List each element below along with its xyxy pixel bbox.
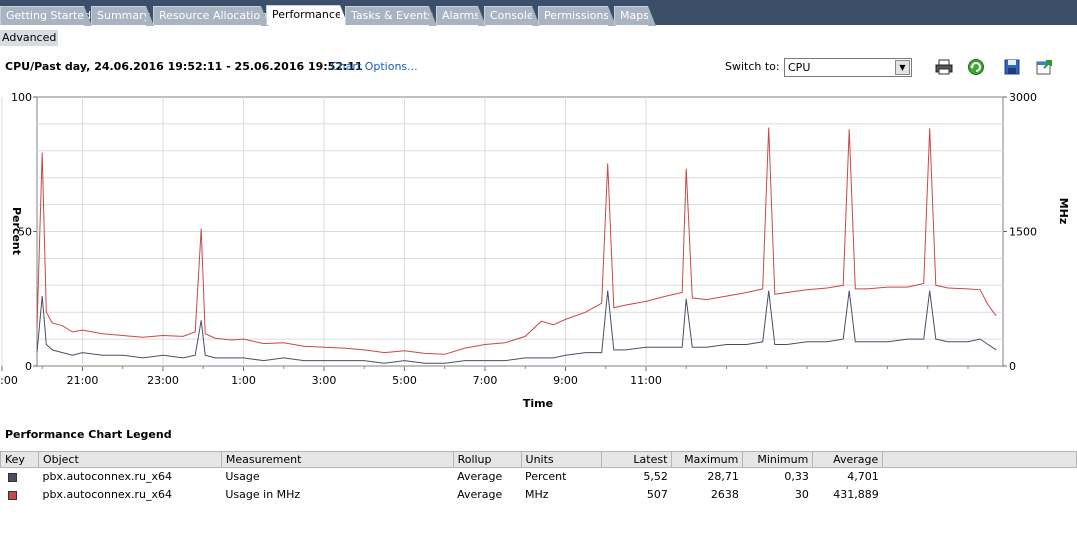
tab-label: Console [490, 9, 534, 22]
tab-label: Alarms [442, 9, 481, 22]
column-header[interactable]: Rollup [452, 451, 522, 468]
legend-latest: 507 [646, 488, 668, 501]
chart-ticks: 21:0023:001:003:005:007:009:0011:0013:00… [0, 91, 1037, 387]
tab-tasks-events[interactable]: Tasks & Events [345, 6, 437, 26]
column-header[interactable]: Measurement [220, 451, 454, 468]
performance-chart: 21:0023:001:003:005:007:009:0011:0013:00… [0, 91, 1070, 410]
tab-performance[interactable]: Performance [266, 5, 348, 25]
y-tick-label-left: 100 [11, 91, 32, 104]
tab-permissions[interactable]: Permissions [538, 6, 616, 26]
chart-series [36, 127, 997, 364]
tab-label: Permissions [544, 9, 610, 22]
tab-console[interactable]: Console [484, 6, 540, 26]
refresh-icon[interactable] [967, 58, 985, 76]
column-header[interactable]: Units [520, 451, 603, 468]
tab-label: Tasks & Events [351, 9, 434, 22]
x-tick-label: 9:00 [553, 374, 578, 387]
legend-minimum: 30 [794, 488, 809, 501]
column-header[interactable]: Average [812, 451, 884, 468]
tab-label: Getting Started [6, 9, 92, 22]
chevron-down-icon[interactable]: ▼ [895, 60, 910, 75]
x-tick-label: 3:00 [312, 374, 337, 387]
legend-rollup: Average [457, 488, 503, 501]
chart-grid [1, 96, 1004, 367]
column-header[interactable]: Object [37, 451, 222, 468]
tab-label: Performance [272, 8, 342, 21]
series-color-key [7, 472, 17, 482]
series-line [36, 290, 997, 364]
legend-measurement: Usage in MHz [225, 488, 301, 501]
x-tick-label: 5:00 [392, 374, 417, 387]
y-tick-label-left: 0 [25, 360, 32, 373]
y-tick-label-right: 3000 [1009, 91, 1037, 104]
save-icon[interactable] [1003, 58, 1021, 76]
x-tick-label: 23:00 [147, 374, 179, 387]
legend-measurement: Usage [225, 470, 260, 484]
print-icon[interactable] [935, 58, 953, 76]
tab-getting-started[interactable]: Getting Started [0, 6, 92, 26]
column-header-filler [882, 451, 1077, 468]
tab-resource-allocation[interactable]: Resource Allocation [153, 6, 269, 26]
column-header[interactable]: Latest [601, 451, 673, 468]
legend-maximum: 28,71 [707, 470, 739, 484]
legend-average: 4,701 [847, 470, 879, 484]
tab-maps[interactable]: Maps [614, 6, 656, 26]
x-tick-label: 19:00 [0, 374, 18, 387]
tab-label: Maps [620, 9, 649, 22]
x-tick-label: 21:00 [67, 374, 99, 387]
tab-label: Summary [97, 9, 151, 22]
legend-minimum: 0,33 [784, 470, 809, 484]
popout-icon[interactable] [1035, 58, 1053, 76]
legend-latest: 5,52 [643, 470, 668, 484]
legend-table: Key Object Measurement Rollup Units Late… [0, 451, 1077, 504]
x-axis-label: Time [523, 397, 553, 410]
switch-to-value: CPU [788, 61, 811, 74]
legend-units: Percent [525, 470, 567, 484]
switch-to-select[interactable]: CPU ▼ [784, 58, 912, 77]
x-tick-label: 7:00 [473, 374, 498, 387]
chart-options-link[interactable]: Chart Options... [331, 60, 418, 73]
tab-bar: Getting Started Summary Resource Allocat… [0, 0, 1077, 26]
legend-row[interactable]: pbx.autoconnex.ru_x64 Usage in MHz Avera… [1, 486, 1077, 504]
tab-label: Resource Allocation [159, 9, 268, 22]
tab-summary[interactable]: Summary [91, 6, 154, 26]
y-tick-label-right: 0 [1009, 360, 1016, 373]
column-header[interactable]: Key [0, 451, 39, 468]
column-header[interactable]: Minimum [742, 451, 814, 468]
advanced-button[interactable]: Advanced [0, 30, 59, 46]
x-tick-label: 1:00 [231, 374, 256, 387]
y-axis-label-right: MHz [1057, 198, 1070, 225]
legend-units: MHz [525, 488, 549, 501]
legend-title: Performance Chart Legend [5, 428, 172, 441]
legend-object: pbx.autoconnex.ru_x64 [42, 470, 172, 484]
legend-maximum: 2638 [710, 488, 739, 501]
chart-title: CPU/Past day, 24.06.2016 19:52:11 - 25.0… [5, 60, 363, 73]
legend-average: 431,889 [833, 488, 879, 501]
y-tick-label-right: 1500 [1009, 226, 1037, 239]
switch-to-label: Switch to: [725, 60, 780, 73]
legend-header-row: Key Object Measurement Rollup Units Late… [0, 451, 1077, 468]
tab-alarms[interactable]: Alarms [436, 6, 486, 26]
y-axis-label-left: Percent [10, 207, 23, 255]
legend-row[interactable]: pbx.autoconnex.ru_x64 Usage Average Perc… [1, 468, 1077, 486]
legend-object: pbx.autoconnex.ru_x64 [42, 488, 172, 501]
x-tick-label: 11:00 [630, 374, 662, 387]
legend-rollup: Average [457, 470, 503, 484]
series-color-key [7, 490, 17, 500]
column-header[interactable]: Maximum [671, 451, 744, 468]
